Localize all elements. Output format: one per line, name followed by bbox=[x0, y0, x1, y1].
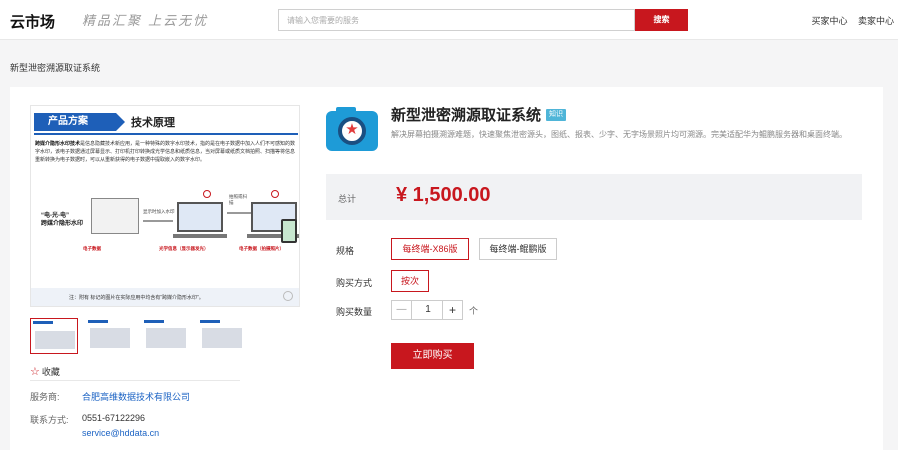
thumb-content bbox=[90, 328, 130, 348]
thumb-bar bbox=[200, 320, 220, 323]
star-icon: ☆ bbox=[30, 366, 40, 378]
gallery-title: 技术原理 bbox=[131, 117, 175, 129]
gallery-bottom-3: 电子数据（拍摄照片） bbox=[239, 246, 284, 251]
provider-label: 服务商: bbox=[30, 392, 60, 402]
search-button[interactable]: 搜索 bbox=[635, 9, 688, 31]
thumb-content bbox=[202, 328, 242, 348]
price-label: 总计 bbox=[338, 194, 357, 204]
breadcrumb[interactable]: 新型泄密溯源取证系统 bbox=[10, 61, 100, 74]
gallery-left-label-2: 跨媒介隐形水印 bbox=[41, 221, 84, 227]
divider bbox=[30, 380, 240, 381]
zoom-icon[interactable] bbox=[283, 291, 293, 301]
top-header: 云市场 精品汇聚 上云无忧 请输入您需要的服务 搜索 买家中心 卖家中心 bbox=[0, 0, 898, 40]
header-nav: 买家中心 卖家中心 bbox=[803, 14, 894, 27]
watermark-mark-icon bbox=[203, 190, 211, 198]
thumb-content bbox=[146, 328, 186, 348]
purchase-mode-option[interactable]: 按次 bbox=[391, 270, 429, 292]
thumbnail-3[interactable] bbox=[142, 318, 190, 354]
gallery-caption-1: 显示时加入水印 bbox=[143, 209, 175, 214]
gallery-left-label-1: “电-光-电” bbox=[41, 213, 69, 219]
quantity-minus-button[interactable]: — bbox=[392, 301, 412, 319]
spec-option-kunpeng[interactable]: 每终端-鲲鹏版 bbox=[479, 238, 557, 260]
gallery-document-image bbox=[91, 198, 139, 234]
product-main-image[interactable]: 产品方案 技术原理 跨媒介隐形水印技术是信息隐藏技术新应用，是一种特殊的数字水印… bbox=[30, 105, 300, 307]
gallery-bottom-2: 光学信息（显示器发光） bbox=[159, 246, 209, 251]
quantity-unit: 个 bbox=[469, 306, 479, 316]
buy-now-button[interactable]: 立即购买 bbox=[391, 343, 474, 369]
quantity-input[interactable]: 1 bbox=[412, 301, 444, 319]
gallery-arrow bbox=[143, 220, 173, 222]
provider-link[interactable]: 合肥高维数据技术有限公司 bbox=[82, 390, 190, 403]
gallery-text: 跨媒介隐形水印技术是信息隐藏技术新应用，是一种特殊的数字水印技术，指的是在电子数… bbox=[35, 140, 297, 164]
spec-label: 规格 bbox=[336, 246, 355, 256]
gallery-footnote: 注：附有 标记的图片在实际应用中均含有“跨媒介隐形水印”。 bbox=[31, 288, 299, 306]
quantity-label: 购买数量 bbox=[336, 307, 373, 317]
lens-star-icon: ★ bbox=[345, 121, 359, 138]
monitor-image bbox=[177, 202, 223, 232]
gallery-text-bold: 跨媒介隐形水印技术 bbox=[35, 141, 81, 147]
product-tag-badge: 知识 bbox=[546, 109, 566, 121]
thumbnail-2[interactable] bbox=[86, 318, 134, 354]
spec-option-x86[interactable]: 每终端-X86版 bbox=[391, 238, 469, 260]
thumb-bar bbox=[144, 320, 164, 323]
favorite-button[interactable]: ☆ 收藏 bbox=[30, 365, 60, 378]
gallery-left-label: “电-光-电” 跨媒介隐形水印 bbox=[41, 212, 83, 228]
gallery-arrow bbox=[227, 212, 251, 214]
product-camera-icon: ★ bbox=[326, 103, 378, 155]
site-slogan: 精品汇聚 上云无忧 bbox=[82, 14, 209, 29]
price-value: ¥ 1,500.00 bbox=[396, 184, 491, 206]
price-box: 总计 ¥ 1,500.00 bbox=[326, 174, 862, 220]
monitor-base bbox=[173, 234, 227, 238]
watermark-mark-icon bbox=[271, 190, 279, 198]
product-panel: 产品方案 技术原理 跨媒介隐形水印技术是信息隐藏技术新应用，是一种特殊的数字水印… bbox=[10, 87, 883, 450]
gallery-caption-2: 拍照或扫描 bbox=[229, 194, 247, 205]
gallery-bottom-1: 电子数据 bbox=[83, 246, 101, 251]
thumb-content bbox=[35, 331, 75, 349]
contact-label: 联系方式: bbox=[30, 415, 69, 425]
thumbnail-1[interactable] bbox=[30, 318, 78, 354]
quantity-stepper: — 1 + bbox=[391, 300, 463, 320]
product-description: 解决屏幕拍摄溯源难题，快速聚焦泄密源头，图纸、报表、少字、无字场景照片均可溯源。… bbox=[391, 130, 847, 139]
site-logo[interactable]: 云市场 bbox=[10, 11, 55, 32]
gallery-tag: 产品方案 bbox=[34, 113, 125, 131]
purchase-mode-label: 购买方式 bbox=[336, 278, 373, 288]
product-title: 新型泄密溯源取证系统 bbox=[391, 107, 542, 124]
seller-center-link[interactable]: 卖家中心 bbox=[858, 16, 894, 26]
gallery-divider bbox=[34, 133, 298, 135]
contact-email[interactable]: service@hddata.cn bbox=[82, 428, 159, 438]
search-input[interactable]: 请输入您需要的服务 bbox=[278, 9, 635, 31]
quantity-plus-button[interactable]: + bbox=[442, 301, 462, 319]
thumb-bar bbox=[88, 320, 108, 323]
thumbnail-strip bbox=[30, 318, 250, 356]
buyer-center-link[interactable]: 买家中心 bbox=[811, 16, 847, 26]
phone-image bbox=[281, 219, 297, 243]
favorite-label: 收藏 bbox=[41, 367, 60, 377]
thumb-bar bbox=[33, 321, 53, 324]
thumbnail-4[interactable] bbox=[198, 318, 246, 354]
contact-phone: 0551-67122296 bbox=[82, 413, 146, 423]
